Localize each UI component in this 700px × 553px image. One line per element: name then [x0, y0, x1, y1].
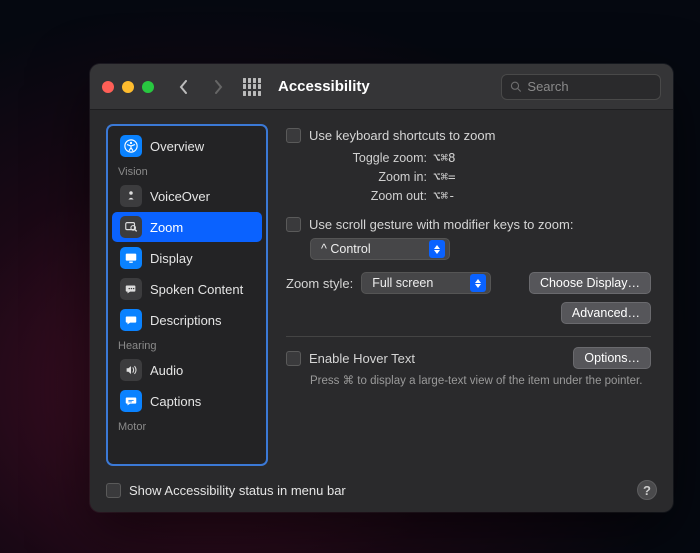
- sidebar-item-label: VoiceOver: [150, 189, 210, 204]
- scroll-gesture-label: Use scroll gesture with modifier keys to…: [309, 217, 573, 232]
- captions-icon: [120, 390, 142, 412]
- chevron-updown-icon: [429, 240, 445, 258]
- search-field[interactable]: [501, 74, 661, 100]
- sidebar: Overview Vision VoiceOver Zoom Display: [106, 124, 268, 466]
- zoom-style-value: Full screen: [372, 276, 433, 290]
- sidebar-item-zoom[interactable]: Zoom: [112, 212, 262, 242]
- back-button[interactable]: [172, 75, 196, 99]
- page-title: Accessibility: [278, 78, 370, 95]
- toggle-zoom-label: Toggle zoom:: [353, 149, 427, 168]
- show-all-button[interactable]: [240, 75, 264, 99]
- minimize-icon[interactable]: [122, 81, 134, 93]
- chevron-updown-icon: [470, 274, 486, 292]
- sidebar-item-label: Overview: [150, 139, 204, 154]
- help-button[interactable]: ?: [637, 480, 657, 500]
- section-hearing: Hearing: [108, 336, 266, 354]
- accessibility-icon: [120, 135, 142, 157]
- zoom-in-key: ⌥⌘=: [433, 168, 475, 187]
- advanced-button[interactable]: Advanced…: [561, 302, 651, 324]
- sidebar-item-voiceover[interactable]: VoiceOver: [112, 181, 262, 211]
- main-content: Use keyboard shortcuts to zoom Toggle zo…: [282, 124, 657, 466]
- keyboard-shortcuts-checkbox[interactable]: [286, 128, 301, 143]
- shortcut-list: Toggle zoom: ⌥⌘8 Zoom in: ⌥⌘= Zoom out: ⌥⌘-: [286, 149, 651, 205]
- sidebar-item-label: Zoom: [150, 220, 183, 235]
- spoken-icon: [120, 278, 142, 300]
- options-button[interactable]: Options…: [573, 347, 651, 369]
- zoom-out-key: ⌥⌘-: [433, 187, 475, 206]
- menubar-status-label: Show Accessibility status in menu bar: [129, 483, 346, 498]
- search-input[interactable]: [527, 79, 652, 94]
- fullscreen-icon[interactable]: [142, 81, 154, 93]
- modifier-key-select[interactable]: ^ Control: [310, 238, 450, 260]
- sidebar-item-descriptions[interactable]: Descriptions: [112, 305, 262, 335]
- menubar-status-checkbox[interactable]: [106, 483, 121, 498]
- zoom-style-select[interactable]: Full screen: [361, 272, 491, 294]
- voiceover-icon: [120, 185, 142, 207]
- sidebar-item-overview[interactable]: Overview: [112, 131, 262, 161]
- modifier-key-value: ^ Control: [321, 242, 371, 256]
- sidebar-item-label: Captions: [150, 394, 201, 409]
- footer: Show Accessibility status in menu bar ?: [90, 474, 673, 512]
- zoom-in-label: Zoom in:: [378, 168, 427, 187]
- titlebar: Accessibility: [90, 64, 673, 110]
- search-icon: [510, 80, 521, 93]
- keyboard-shortcuts-label: Use keyboard shortcuts to zoom: [309, 128, 495, 143]
- audio-icon: [120, 359, 142, 381]
- divider: [286, 336, 651, 337]
- choose-display-button[interactable]: Choose Display…: [529, 272, 651, 294]
- hover-text-label: Enable Hover Text: [309, 351, 415, 366]
- descriptions-icon: [120, 309, 142, 331]
- zoom-icon: [120, 216, 142, 238]
- accessibility-window: Accessibility Overview Vision VoiceOver: [90, 64, 673, 512]
- sidebar-item-label: Descriptions: [150, 313, 222, 328]
- close-icon[interactable]: [102, 81, 114, 93]
- zoom-out-label: Zoom out:: [371, 187, 427, 206]
- display-icon: [120, 247, 142, 269]
- sidebar-item-label: Audio: [150, 363, 183, 378]
- sidebar-item-spoken[interactable]: Spoken Content: [112, 274, 262, 304]
- sidebar-item-label: Display: [150, 251, 193, 266]
- sidebar-item-audio[interactable]: Audio: [112, 355, 262, 385]
- sidebar-item-label: Spoken Content: [150, 282, 243, 297]
- forward-button[interactable]: [206, 75, 230, 99]
- grid-icon: [243, 78, 261, 96]
- toggle-zoom-key: ⌥⌘8: [433, 149, 475, 168]
- sidebar-item-display[interactable]: Display: [112, 243, 262, 273]
- scroll-gesture-checkbox[interactable]: [286, 217, 301, 232]
- window-controls: [102, 81, 154, 93]
- sidebar-item-captions[interactable]: Captions: [112, 386, 262, 416]
- hover-text-checkbox[interactable]: [286, 351, 301, 366]
- zoom-style-label: Zoom style:: [286, 276, 353, 291]
- section-vision: Vision: [108, 162, 266, 180]
- hover-text-hint: Press ⌘ to display a large-text view of …: [286, 373, 651, 387]
- section-motor: Motor: [108, 417, 266, 435]
